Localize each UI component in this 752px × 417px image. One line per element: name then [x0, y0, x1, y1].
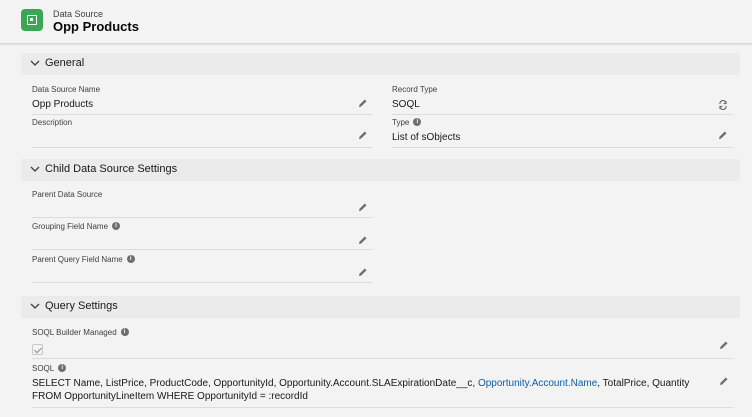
field-label: SOQL i: [32, 363, 67, 373]
info-icon[interactable]: i: [112, 221, 121, 230]
section-child-header[interactable]: Child Data Source Settings: [21, 159, 740, 181]
section-title: Query Settings: [45, 300, 118, 312]
soql-query-text: SELECT Name, ListPrice, ProductCode, Opp…: [32, 378, 690, 402]
edit-pencil-icon[interactable]: [358, 235, 368, 245]
field-label: Type i: [392, 117, 422, 127]
edit-pencil-icon[interactable]: [719, 376, 729, 386]
field-value: SOQL: [392, 99, 420, 110]
edit-pencil-icon[interactable]: [718, 130, 728, 140]
edit-pencil-icon[interactable]: [358, 202, 368, 212]
chevron-down-icon: [30, 166, 40, 172]
field-soql-builder-managed: SOQL Builder Managed i: [32, 327, 733, 359]
field-grouping-field-name: Grouping Field Name i: [32, 221, 372, 251]
data-source-icon: [21, 9, 43, 31]
edit-pencil-icon[interactable]: [358, 130, 368, 140]
info-icon[interactable]: i: [413, 117, 422, 126]
field-record-type: Record Type SOQL: [392, 85, 733, 115]
record-type-eyebrow: Data Source: [53, 9, 104, 19]
field-value: Opp Products: [32, 99, 94, 110]
field-label: Description: [32, 118, 73, 127]
info-icon[interactable]: i: [58, 363, 67, 372]
edit-pencil-icon[interactable]: [719, 340, 729, 350]
soql-builder-managed-checkbox: [32, 344, 43, 355]
field-data-source-name: Data Source Name Opp Products: [32, 85, 372, 115]
field-parent-query-field-name: Parent Query Field Name i: [32, 254, 372, 284]
field-label: Grouping Field Name i: [32, 221, 121, 231]
field-type: Type i List of sObjects: [392, 117, 733, 148]
chevron-down-icon: [30, 303, 40, 309]
field-label: Data Source Name: [32, 85, 101, 94]
record-header: Data Source Opp Products: [0, 0, 752, 44]
section-title: General: [45, 57, 85, 69]
section-general-header[interactable]: General: [21, 53, 740, 75]
edit-pencil-icon[interactable]: [358, 98, 368, 108]
edit-pencil-icon[interactable]: [358, 267, 368, 277]
section-query-header[interactable]: Query Settings: [21, 296, 740, 318]
field-description: Description: [32, 118, 372, 148]
section-title: Child Data Source Settings: [45, 163, 178, 175]
field-label: Parent Data Source: [32, 190, 103, 199]
info-icon[interactable]: i: [126, 254, 135, 263]
field-parent-data-source: Parent Data Source: [32, 190, 372, 219]
field-soql: SOQL i SELECT Name, ListPrice, ProductCod…: [32, 363, 733, 408]
field-label: SOQL Builder Managed i: [32, 327, 129, 337]
chevron-down-icon: [30, 60, 40, 66]
field-label: Record Type: [392, 85, 438, 94]
info-icon[interactable]: i: [120, 327, 129, 336]
field-value: List of sObjects: [392, 132, 461, 143]
field-label: Parent Query Field Name i: [32, 254, 135, 264]
soql-field-link[interactable]: Opportunity.Account.Name: [478, 378, 597, 389]
change-record-type-icon[interactable]: [718, 100, 728, 110]
record-title: Opp Products: [53, 19, 139, 34]
